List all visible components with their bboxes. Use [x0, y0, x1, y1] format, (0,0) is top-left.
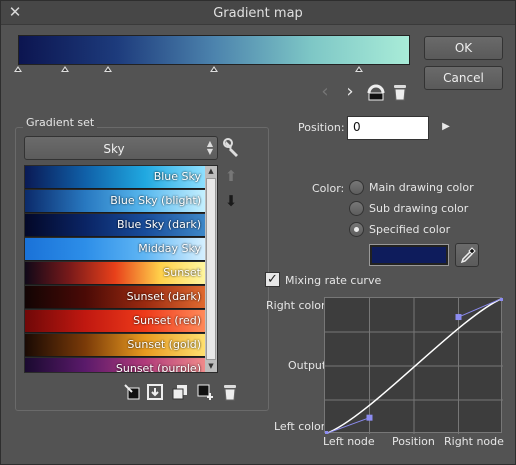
curve-handle-line [324, 417, 370, 435]
position-stepper-icon[interactable]: ▶ [442, 121, 450, 132]
duplicate-icon[interactable] [171, 383, 189, 401]
curve-control-point[interactable] [366, 414, 373, 421]
gradient-list-item-label: Sunset (purple) [115, 362, 201, 373]
scroll-down-icon[interactable]: ▼ [205, 361, 217, 372]
eyedropper-button[interactable] [455, 243, 479, 267]
window-title: Gradient map [213, 6, 303, 21]
position-axis-label: Position [392, 435, 435, 448]
scroll-thumb[interactable] [206, 178, 216, 360]
wrench-icon[interactable] [222, 138, 242, 158]
left-node-label: Left node [323, 435, 375, 448]
gradient-list[interactable]: Blue Sky Blue Sky (blight) Blue Sky (dark)… [24, 165, 218, 373]
gradient-set-title: Gradient set [23, 116, 98, 129]
sub-drawing-color-label: Sub drawing color [369, 202, 469, 215]
gradient-set-selected: Sky [103, 142, 125, 156]
ok-button[interactable]: OK [424, 36, 503, 60]
color-label: Color: [312, 182, 345, 195]
arrow-up-icon[interactable]: ⬆ [223, 167, 239, 185]
gradient-list-item[interactable]: Sunset (red) [25, 310, 205, 333]
gradient-list-item[interactable]: Blue Sky (dark) [25, 214, 205, 237]
gradient-list-item[interactable]: Sunset (dark) [25, 286, 205, 309]
previous-node-icon[interactable]: ‹ [319, 81, 331, 102]
curve-handle-line [458, 297, 504, 318]
output-label: Output [288, 359, 327, 372]
gradient-list-item-label: Blue Sky (dark) [116, 218, 201, 231]
gradient-node-marker[interactable] [355, 66, 364, 72]
gradient-list-item[interactable]: Blue Sky [25, 166, 205, 189]
gradient-list-scrollbar[interactable]: ▲ ▼ [205, 166, 217, 372]
curve-plot[interactable] [322, 295, 506, 437]
right-node-label: Right node [444, 435, 504, 448]
gradient-set-select[interactable]: Sky ▲ ▼ [24, 136, 218, 160]
gradient-node-marker[interactable] [14, 66, 22, 72]
eyedropper-icon [459, 246, 477, 264]
register-gradient-icon[interactable] [146, 383, 164, 401]
gradient-node-marker[interactable] [210, 66, 218, 72]
sub-drawing-color-radio[interactable] [349, 201, 364, 216]
gradient-list-item[interactable]: Blue Sky (blight) [25, 190, 205, 213]
scroll-up-icon[interactable]: ▲ [205, 166, 217, 177]
title-bar: ✕ Gradient map [1, 1, 515, 25]
gradient-list-item-label: Sunset (gold) [127, 338, 201, 351]
specified-color-radio[interactable] [349, 222, 364, 237]
gradient-list-item-label: Midday Sky [138, 242, 201, 255]
gradient-list-item-label: Blue Sky (blight) [110, 194, 201, 207]
left-color-label: Left color [274, 420, 326, 433]
gradient-node-marker[interactable] [61, 66, 70, 72]
position-label: Position: [298, 121, 345, 134]
apply-gradient-icon[interactable] [123, 383, 141, 401]
gradient-map-dialog: ✕ Gradient map OK Cancel ‹ › Gradient se… [0, 0, 516, 465]
mixing-rate-curve-graph[interactable] [322, 295, 506, 437]
main-drawing-color-label: Main drawing color [369, 181, 474, 194]
specified-color-label: Specified color [369, 223, 451, 236]
mixing-rate-curve-checkbox[interactable]: ✓ [265, 272, 280, 287]
gradient-list-item-label: Blue Sky [153, 170, 201, 183]
gradient-list-item-label: Sunset [163, 266, 201, 279]
node-color-icon[interactable] [365, 81, 387, 103]
curve-control-point[interactable] [500, 295, 506, 301]
gradient-preview-bar[interactable] [18, 35, 410, 65]
specified-color-swatch[interactable] [369, 244, 449, 266]
check-icon: ✓ [267, 272, 278, 287]
gradient-node-marker[interactable] [104, 66, 113, 72]
right-color-label: Right color [266, 299, 326, 312]
main-drawing-color-radio[interactable] [349, 180, 364, 195]
curve-control-point[interactable] [455, 314, 462, 321]
gradient-list-item-label: Sunset (red) [133, 314, 201, 327]
add-gradient-icon[interactable] [196, 383, 214, 401]
arrow-down-icon[interactable]: ⬇ [223, 192, 239, 210]
chevron-updown-icon: ▲ ▼ [206, 139, 213, 156]
mixing-rate-curve-label: Mixing rate curve [285, 274, 382, 287]
gradient-list-item[interactable]: Sunset (gold) [25, 334, 205, 357]
gradient-list-item[interactable]: Midday Sky [25, 238, 205, 261]
delete-gradient-icon[interactable] [221, 382, 239, 402]
gradient-list-item-label: Sunset (dark) [126, 290, 201, 303]
gradient-list-item[interactable]: Sunset (purple) [25, 358, 205, 373]
next-node-icon[interactable]: › [344, 81, 356, 102]
curve-control-point[interactable] [322, 431, 328, 437]
trash-icon[interactable] [391, 82, 409, 102]
cancel-button[interactable]: Cancel [424, 66, 503, 90]
specified-color-fill [372, 247, 446, 263]
position-input[interactable]: 0 [347, 116, 429, 140]
gradient-list-item[interactable]: Sunset [25, 262, 205, 285]
